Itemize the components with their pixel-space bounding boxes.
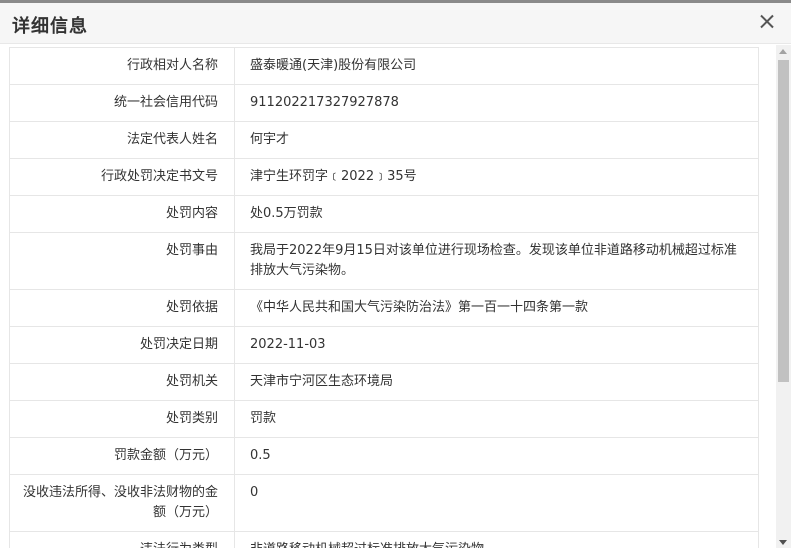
dialog-header: 详细信息 — [0, 3, 791, 44]
row-label: 违法行为类型 — [9, 531, 235, 548]
table-row: 处罚内容 处0.5万罚款 — [9, 195, 759, 233]
row-label: 统一社会信用代码 — [9, 84, 235, 122]
detail-table: 行政相对人名称 盛泰暖通(天津)股份有限公司 统一社会信用代码 91120221… — [9, 47, 759, 548]
table-row: 处罚依据 《中华人民共和国大气污染防治法》第一百一十四条第一款 — [9, 289, 759, 327]
row-label: 处罚事由 — [9, 232, 235, 290]
row-label: 法定代表人姓名 — [9, 121, 235, 159]
table-row: 行政相对人名称 盛泰暖通(天津)股份有限公司 — [9, 47, 759, 85]
row-value: 何宇才 — [234, 121, 759, 159]
table-row: 处罚机关 天津市宁河区生态环境局 — [9, 363, 759, 401]
row-value: 《中华人民共和国大气污染防治法》第一百一十四条第一款 — [234, 289, 759, 327]
row-label: 处罚内容 — [9, 195, 235, 233]
table-row: 处罚事由 我局于2022年9月15日对该单位进行现场检查。发现该单位非道路移动机… — [9, 232, 759, 290]
row-value: 天津市宁河区生态环境局 — [234, 363, 759, 401]
row-value: 处0.5万罚款 — [234, 195, 759, 233]
table-row: 没收违法所得、没收非法财物的金额（万元） 0 — [9, 474, 759, 532]
dialog-content: 行政相对人名称 盛泰暖通(天津)股份有限公司 统一社会信用代码 91120221… — [0, 45, 791, 548]
close-icon[interactable] — [757, 12, 777, 32]
row-value: 2022-11-03 — [234, 326, 759, 364]
row-label: 没收违法所得、没收非法财物的金额（万元） — [9, 474, 235, 532]
row-value: 0.5 — [234, 437, 759, 475]
table-row: 处罚决定日期 2022-11-03 — [9, 326, 759, 364]
row-label: 处罚机关 — [9, 363, 235, 401]
scrollbar-thumb[interactable] — [778, 60, 789, 382]
table-row: 统一社会信用代码 911202217327927878 — [9, 84, 759, 122]
row-label: 处罚决定日期 — [9, 326, 235, 364]
table-row: 法定代表人姓名 何宇才 — [9, 121, 759, 159]
row-label: 处罚类别 — [9, 400, 235, 438]
row-value: 我局于2022年9月15日对该单位进行现场检查。发现该单位非道路移动机械超过标准… — [234, 232, 759, 290]
vertical-scrollbar[interactable] — [776, 45, 791, 548]
row-label: 行政处罚决定书文号 — [9, 158, 235, 196]
dialog-title: 详细信息 — [12, 16, 88, 37]
table-row: 行政处罚决定书文号 津宁生环罚字﹝2022﹞35号 — [9, 158, 759, 196]
table-row: 违法行为类型 非道路移动机械超过标准排放大气污染物 — [9, 531, 759, 548]
scroll-down-arrow-icon[interactable] — [779, 540, 787, 545]
row-value: 911202217327927878 — [234, 84, 759, 122]
row-value: 津宁生环罚字﹝2022﹞35号 — [234, 158, 759, 196]
table-row: 罚款金额（万元） 0.5 — [9, 437, 759, 475]
row-value: 盛泰暖通(天津)股份有限公司 — [234, 47, 759, 85]
row-label: 处罚依据 — [9, 289, 235, 327]
row-label: 罚款金额（万元） — [9, 437, 235, 475]
row-value: 非道路移动机械超过标准排放大气污染物 — [234, 531, 759, 548]
table-row: 处罚类别 罚款 — [9, 400, 759, 438]
row-value: 0 — [234, 474, 759, 532]
scroll-up-arrow-icon[interactable] — [779, 49, 787, 54]
row-value: 罚款 — [234, 400, 759, 438]
row-label: 行政相对人名称 — [9, 47, 235, 85]
